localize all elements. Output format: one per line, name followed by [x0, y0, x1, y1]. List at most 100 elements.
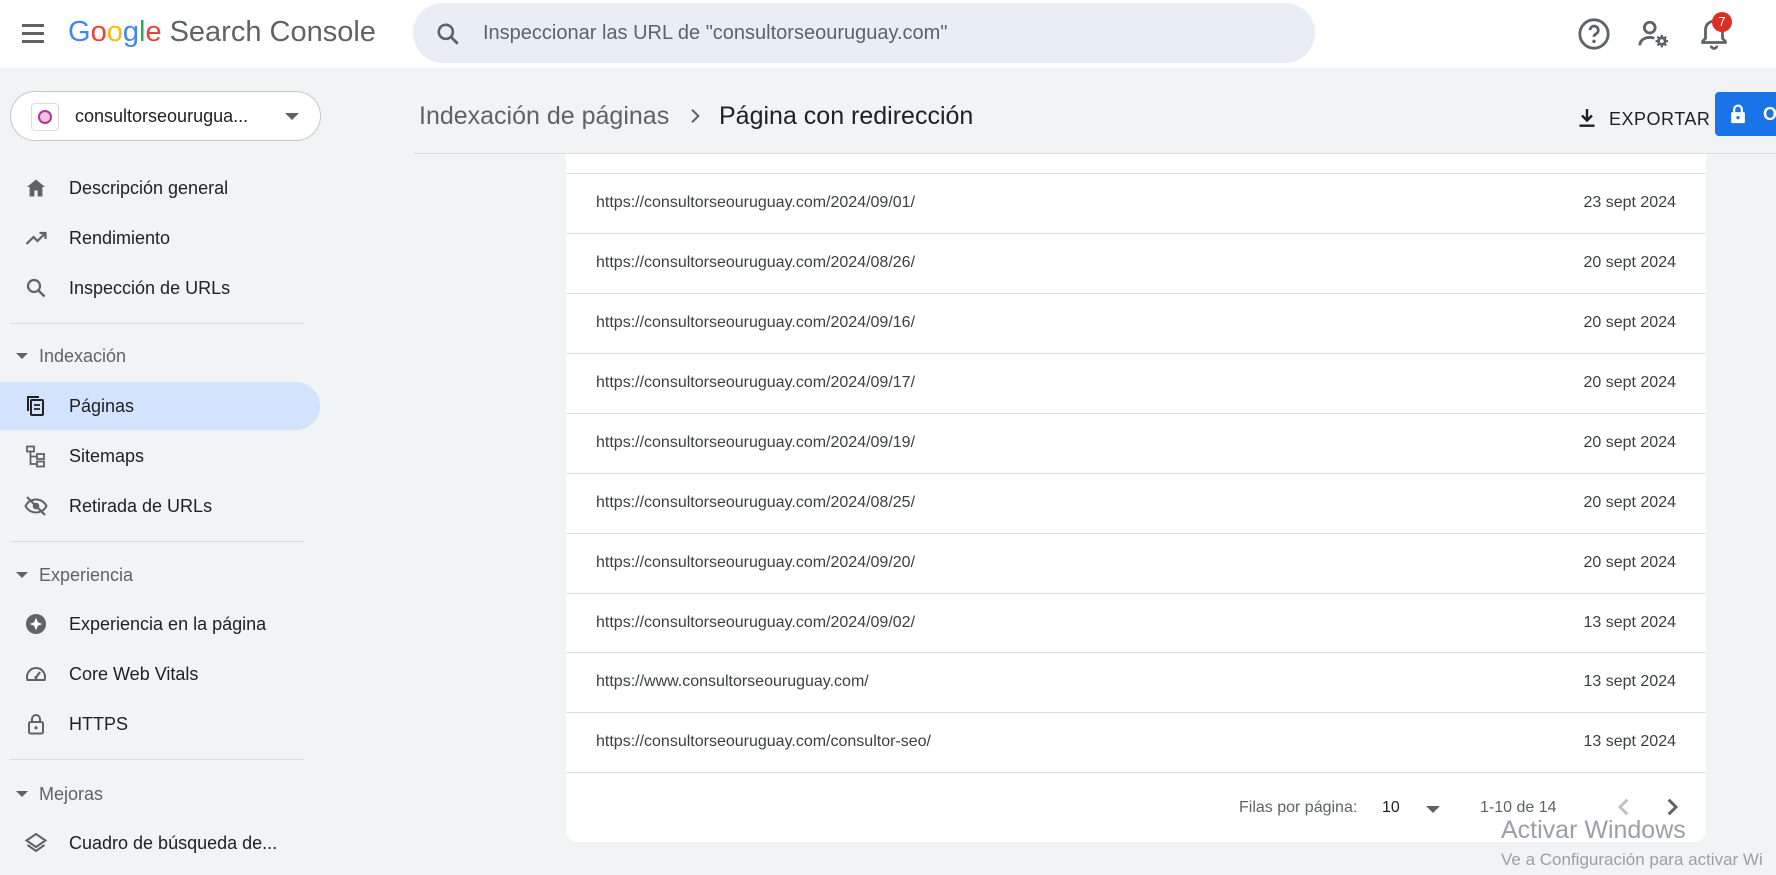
windows-activation-subtitle: Ve a Configuración para activar Wi: [1501, 850, 1763, 869]
sidebar-item-label: Sitemaps: [69, 446, 145, 466]
eye-off-icon: [24, 496, 48, 516]
row-url: https://consultorseouruguay.com/2024/09/…: [596, 374, 916, 391]
row-url: https://consultorseouruguay.com/2024/09/…: [596, 194, 916, 211]
sidebar-item-pages[interactable]: Páginas: [0, 382, 320, 430]
export-button[interactable]: EXPORTAR: [1565, 98, 1710, 138]
layers-icon: [24, 832, 48, 853]
table-row[interactable]: https://www.consultorseouruguay.com/ 13 …: [566, 652, 1706, 712]
row-url: https://consultorseouruguay.com/2024/08/…: [596, 254, 916, 271]
menu-icon-bar: [22, 24, 44, 27]
manage-users-icon[interactable]: [1637, 17, 1671, 51]
sidebar-item-label: Retirada de URLs: [69, 496, 213, 516]
row-date: 20 sept 2024: [1583, 434, 1676, 451]
logo-letter: e: [145, 16, 162, 48]
section-experience[interactable]: Experiencia: [0, 555, 320, 595]
row-date: 23 sept 2024: [1583, 194, 1676, 211]
dropdown-arrow-icon: [285, 113, 299, 120]
trending-up-icon: [25, 231, 47, 245]
sidebar-item-label: Inspección de URLs: [69, 278, 231, 298]
sidebar-divider: [10, 323, 304, 324]
row-url: https://consultorseouruguay.com/2024/09/…: [596, 554, 916, 571]
top-bar: GoogleSearch Console 7: [0, 0, 1776, 68]
page-header: Indexación de páginas Página con redirec…: [413, 68, 1776, 154]
sidebar-item-core-web-vitals[interactable]: Core Web Vitals: [0, 650, 320, 698]
logo-letter: o: [106, 16, 123, 48]
main-menu-button[interactable]: [18, 20, 48, 48]
table-row[interactable]: https://consultorseouruguay.com/2024/09/…: [566, 293, 1706, 353]
sidebar-item-label: Páginas: [69, 396, 135, 416]
sidebar-item-sitelinks-searchbox[interactable]: Cuadro de búsqueda de...: [0, 819, 320, 867]
rows-per-page-label: Filas por página:: [1239, 799, 1358, 816]
product-logo[interactable]: Google Search Console: [68, 16, 376, 49]
breadcrumb-parent[interactable]: Indexación de páginas: [419, 102, 669, 131]
row-date: 13 sept 2024: [1583, 673, 1676, 690]
url-inspection-search[interactable]: [413, 3, 1315, 63]
menu-icon-bar: [22, 40, 44, 43]
search-icon: [26, 278, 46, 298]
sidebar-item-overview[interactable]: Descripción general: [0, 164, 320, 212]
page-title: Página con redirección: [719, 102, 974, 130]
table-row[interactable]: https://consultorseouruguay.com/2024/08/…: [566, 473, 1706, 533]
gauge-icon: [26, 667, 46, 681]
rows-per-page-select[interactable]: 10: [1382, 793, 1452, 823]
dropdown-arrow-icon: [1426, 806, 1440, 813]
chevron-right-icon: [691, 109, 700, 123]
table-row[interactable]: https://consultorseouruguay.com/2024/09/…: [566, 593, 1706, 653]
section-enhancements[interactable]: Mejoras: [0, 774, 320, 814]
lock-icon: [28, 714, 44, 735]
sidebar-divider: [10, 541, 304, 542]
table-row[interactable]: https://consultorseouruguay.com/consulto…: [566, 712, 1706, 772]
logo-letter: o: [90, 16, 107, 48]
row-url: https://consultorseouruguay.com/2024/08/…: [596, 494, 916, 511]
row-url: https://www.consultorseouruguay.com/: [596, 673, 869, 690]
sidebar-item-page-experience[interactable]: Experiencia en la página: [0, 600, 320, 648]
sidebar-item-label: Cuadro de búsqueda de...: [69, 833, 278, 853]
property-selector[interactable]: consultorseourugua...: [10, 91, 321, 141]
property-name: consultorseourugua...: [75, 106, 249, 126]
collapse-arrow-icon: [16, 791, 28, 797]
row-url: https://consultorseouruguay.com/consulto…: [596, 733, 931, 750]
pages-icon: [27, 396, 44, 416]
table-row[interactable]: https://consultorseouruguay.com/2024/09/…: [566, 413, 1706, 473]
table-row[interactable]: https://consultorseouruguay.com/2024/09/…: [566, 353, 1706, 413]
sidebar-item-label: Rendimiento: [69, 228, 171, 248]
search-input[interactable]: [483, 15, 1283, 51]
row-date: 13 sept 2024: [1583, 733, 1676, 750]
row-url: https://consultorseouruguay.com/2024/09/…: [596, 434, 916, 451]
table-row[interactable]: https://consultorseouruguay.com/2024/09/…: [566, 173, 1706, 233]
sidebar-item-sitemaps[interactable]: Sitemaps: [0, 432, 320, 480]
sidebar: consultorseourugua... Descripción genera…: [0, 68, 321, 875]
row-url: https://consultorseouruguay.com/2024/09/…: [596, 314, 916, 331]
collapse-arrow-icon: [16, 572, 28, 578]
open-report-button[interactable]: O: [1715, 92, 1776, 136]
sidebar-item-label: HTTPS: [69, 714, 129, 734]
row-date: 20 sept 2024: [1583, 374, 1676, 391]
sidebar-item-label: Experiencia en la página: [69, 614, 267, 634]
row-date: 20 sept 2024: [1583, 314, 1676, 331]
sidebar-item-url-inspection[interactable]: Inspección de URLs: [0, 264, 320, 312]
table-row[interactable]: https://consultorseouruguay.com/2024/08/…: [566, 233, 1706, 293]
help-icon[interactable]: [1577, 17, 1611, 51]
search-icon: [437, 23, 459, 45]
rows-per-page-value: 10: [1382, 799, 1400, 816]
section-label: Experiencia: [39, 565, 134, 585]
section-label: Mejoras: [39, 784, 104, 804]
download-icon: [1579, 109, 1595, 127]
home-icon: [27, 179, 45, 197]
site-favicon: [31, 103, 59, 131]
sidebar-item-removals[interactable]: Retirada de URLs: [0, 482, 320, 530]
logo-letter: G: [68, 16, 91, 48]
page-experience-icon: [26, 614, 46, 634]
sidebar-item-https[interactable]: HTTPS: [0, 700, 320, 748]
table-row[interactable]: https://consultorseouruguay.com/2024/09/…: [566, 533, 1706, 593]
collapse-arrow-icon: [16, 353, 28, 359]
row-date: 20 sept 2024: [1583, 494, 1676, 511]
lock-icon: [1731, 104, 1745, 124]
sidebar-item-performance[interactable]: Rendimiento: [0, 214, 320, 262]
section-label: Indexación: [39, 346, 127, 366]
row-date: 20 sept 2024: [1583, 554, 1676, 571]
section-indexing[interactable]: Indexación: [0, 336, 320, 376]
row-date: 13 sept 2024: [1583, 614, 1676, 631]
sidebar-item-label: Core Web Vitals: [69, 664, 199, 684]
windows-activation-title: Activar Windows: [1501, 816, 1686, 844]
